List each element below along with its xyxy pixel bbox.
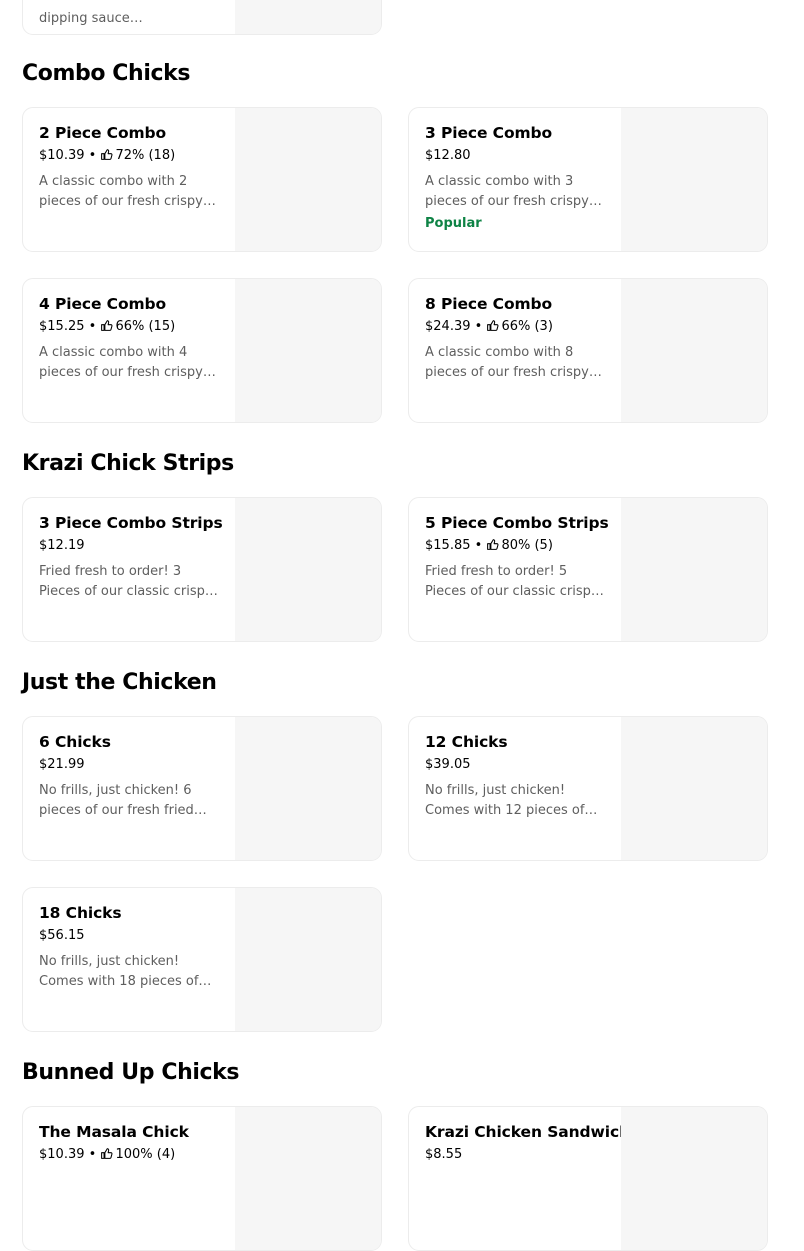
menu-item-5-piece-combo-strips[interactable]: 5 Piece Combo Strips $15.85 • 80% (5) Fr…	[408, 497, 768, 642]
item-price: $24.39	[425, 319, 471, 334]
item-image	[621, 717, 767, 860]
item-image	[621, 279, 767, 422]
meta-separator: •	[474, 319, 483, 334]
menu-item-2-piece-combo[interactable]: 2 Piece Combo $10.39 • 72% (18) A classi…	[22, 107, 382, 252]
item-image	[235, 717, 381, 860]
thumbs-up-icon	[101, 1148, 113, 1159]
item-image	[235, 108, 381, 251]
item-price: $21.99	[39, 757, 85, 772]
item-price: $12.19	[39, 538, 85, 553]
item-meta: $10.39 • 100% (4)	[39, 1147, 225, 1163]
item-price: $10.39	[39, 1147, 85, 1162]
item-price: $56.15	[39, 928, 85, 943]
item-name: 3 Piece Combo Strips	[39, 514, 223, 532]
item-description: Fried fresh to order! 3 Pieces of our cl…	[39, 564, 213, 599]
item-meta: $12.19	[39, 538, 225, 554]
item-name: 3 Piece Combo	[425, 124, 553, 142]
item-description: A classic combo with 2 pieces of our fre…	[39, 174, 216, 209]
thumbs-up-icon	[487, 539, 499, 550]
item-description: A classic combo with 8 pieces of our fre…	[425, 345, 602, 380]
menu-item-krazi-chicken-sandwich[interactable]: Krazi Chicken Sandwich $8.55	[408, 1106, 768, 1251]
item-image	[235, 888, 381, 1031]
item-image	[621, 108, 767, 251]
menu-item-8-piece-combo[interactable]: 8 Piece Combo $24.39 • 66% (3) A classic…	[408, 278, 768, 423]
item-image	[621, 1107, 767, 1250]
menu-item-6-chicks[interactable]: 6 Chicks $21.99 No frills, just chicken!…	[22, 716, 382, 861]
item-name: Krazi Chicken Sandwich	[425, 1123, 630, 1141]
item-name: 18 Chicks	[39, 904, 122, 922]
item-image	[235, 1107, 381, 1250]
thumbs-up-icon	[101, 320, 113, 331]
menu-item-the-masala-chick[interactable]: The Masala Chick $10.39 • 100% (4)	[22, 1106, 382, 1251]
item-meta: $56.15	[39, 928, 225, 944]
item-meta: $21.99	[39, 757, 225, 773]
item-price: $15.25	[39, 319, 85, 334]
item-meta: $12.80	[425, 148, 611, 164]
item-description: No frills, just chicken! 6 pieces of our…	[39, 783, 207, 818]
meta-separator: •	[474, 538, 483, 553]
item-rating: 100% (4)	[115, 1147, 176, 1162]
section-title-krazi-chick-strips: Krazi Chick Strips	[22, 451, 234, 476]
menu-item-card[interactable]: dipping sauce companion?...	[22, 0, 382, 35]
thumbs-up-icon	[487, 320, 499, 331]
thumbs-up-icon	[101, 149, 113, 160]
menu-item-3-piece-combo-strips[interactable]: 3 Piece Combo Strips $12.19 Fried fresh …	[22, 497, 382, 642]
section-title-bunned-up-chicks: Bunned Up Chicks	[22, 1060, 240, 1085]
item-rating: 66% (3)	[501, 319, 553, 334]
item-image	[235, 498, 381, 641]
item-name: The Masala Chick	[39, 1123, 189, 1141]
item-name: 6 Chicks	[39, 733, 111, 751]
meta-separator: •	[88, 148, 97, 163]
popular-badge: Popular	[425, 216, 482, 231]
section-title-just-the-chicken: Just the Chicken	[22, 670, 217, 695]
item-image	[621, 498, 767, 641]
item-meta: $24.39 • 66% (3)	[425, 319, 611, 335]
item-rating: 72% (18)	[115, 148, 176, 163]
item-rating: 66% (15)	[115, 319, 176, 334]
menu-item-3-piece-combo[interactable]: 3 Piece Combo $12.80 A classic combo wit…	[408, 107, 768, 252]
item-rating: 80% (5)	[501, 538, 553, 553]
item-name: 2 Piece Combo	[39, 124, 167, 142]
section-title-combo-chicks: Combo Chicks	[22, 61, 191, 86]
item-image	[235, 0, 381, 34]
item-description: Fried fresh to order! 5 Pieces of our cl…	[425, 564, 599, 599]
item-meta: $10.39 • 72% (18)	[39, 148, 225, 164]
item-name: 8 Piece Combo	[425, 295, 553, 313]
item-price: $15.85	[425, 538, 471, 553]
meta-separator: •	[88, 1147, 97, 1162]
item-description: No frills, just chicken! Comes with 18 p…	[39, 954, 212, 989]
menu-item-18-chicks[interactable]: 18 Chicks $56.15 No frills, just chicken…	[22, 887, 382, 1032]
item-name: 5 Piece Combo Strips	[425, 514, 609, 532]
item-description: dipping sauce companion?...	[39, 11, 130, 26]
item-name: 12 Chicks	[425, 733, 508, 751]
item-description: A classic combo with 3 pieces of our fre…	[425, 174, 602, 209]
menu-item-4-piece-combo[interactable]: 4 Piece Combo $15.25 • 66% (15) A classi…	[22, 278, 382, 423]
item-meta: $39.05	[425, 757, 611, 773]
meta-separator: •	[88, 319, 97, 334]
menu-item-12-chicks[interactable]: 12 Chicks $39.05 No frills, just chicken…	[408, 716, 768, 861]
item-meta: $8.55	[425, 1147, 611, 1163]
item-description: No frills, just chicken! Comes with 12 p…	[425, 783, 598, 818]
item-meta: $15.85 • 80% (5)	[425, 538, 611, 554]
item-description: A classic combo with 4 pieces of our fre…	[39, 345, 216, 380]
item-name: 4 Piece Combo	[39, 295, 167, 313]
item-image	[235, 279, 381, 422]
item-price: $10.39	[39, 148, 85, 163]
item-price: $12.80	[425, 148, 471, 163]
item-price: $39.05	[425, 757, 471, 772]
item-price: $8.55	[425, 1147, 463, 1162]
item-meta: $15.25 • 66% (15)	[39, 319, 225, 335]
